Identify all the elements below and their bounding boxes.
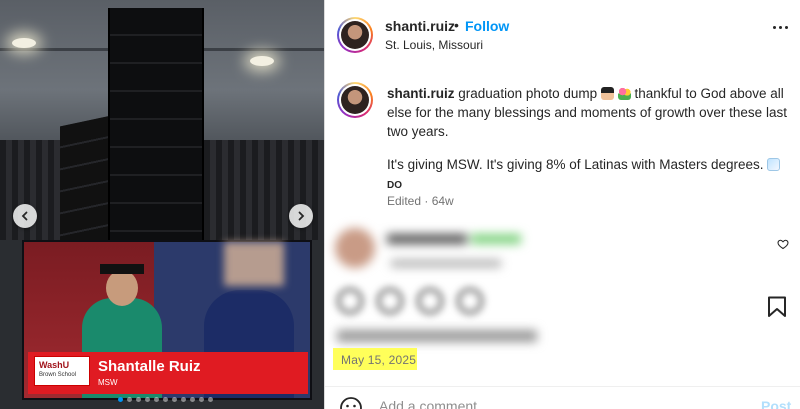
caption-avatar[interactable] (337, 82, 373, 118)
carousel-dot (136, 397, 141, 402)
chevron-right-icon (298, 211, 305, 221)
heart-icon[interactable] (777, 238, 789, 250)
bookmark-icon[interactable] (767, 296, 787, 318)
photo-school-logo: WashU Brown School (34, 356, 90, 386)
post-caption: shanti.ruiz graduation photo dump thankf… (387, 84, 787, 195)
author-username[interactable]: shanti.ruiz (385, 18, 455, 34)
likes-blurred (337, 330, 537, 342)
carousel-indicator (118, 397, 213, 402)
smiley-icon[interactable] (339, 396, 363, 409)
carousel-prev-button[interactable] (13, 204, 37, 228)
caption-text-2: It's giving MSW. It's giving 8% of Latin… (387, 157, 764, 172)
photo-stage-screen: WashU Brown School Shantalle Ruiz MSW (22, 240, 312, 400)
graduation-cap-emoji (600, 87, 614, 100)
clinking-glasses-emoji (767, 158, 781, 171)
photo-degree: MSW (98, 378, 118, 387)
post-details-panel: shanti.ruiz • Follow St. Louis, Missouri… (324, 0, 800, 409)
carousel-dot (145, 397, 150, 402)
caption-text: graduation photo dump (458, 86, 598, 101)
edited-timestamp: Edited · 64w (387, 194, 454, 208)
header-separator: • (454, 17, 459, 33)
post-location[interactable]: St. Louis, Missouri (385, 38, 483, 52)
blurred-comment (335, 224, 755, 284)
carousel-dot (118, 397, 123, 402)
follow-button[interactable]: Follow (465, 18, 509, 34)
carousel-dot (163, 397, 168, 402)
caption-username[interactable]: shanti.ruiz (387, 86, 455, 101)
post-comment-button[interactable]: Post (761, 398, 791, 409)
carousel-dot (127, 397, 132, 402)
post-actions-blurred (337, 288, 497, 318)
photo-light (250, 56, 274, 66)
caption-text-do: DO (387, 180, 402, 191)
author-avatar[interactable] (337, 17, 373, 53)
photo-blurred-face (224, 242, 284, 286)
photo-graduate-name: Shantalle Ruiz (98, 358, 201, 375)
more-options-icon[interactable] (773, 26, 788, 29)
photo-speaker-array (108, 8, 204, 258)
carousel-dot (154, 397, 159, 402)
carousel-dot (199, 397, 204, 402)
carousel-dot (181, 397, 186, 402)
carousel-next-button[interactable] (289, 204, 313, 228)
carousel-dot (190, 397, 195, 402)
carousel-dot (172, 397, 177, 402)
photo-light (12, 38, 36, 48)
bouquet-emoji (617, 87, 631, 100)
post-photo[interactable]: WashU Brown School Shantalle Ruiz MSW (0, 0, 324, 409)
chevron-left-icon (21, 211, 28, 221)
comment-input[interactable]: Add a comment... (379, 398, 489, 409)
instagram-post-view: WashU Brown School Shantalle Ruiz MSW sh… (0, 0, 800, 409)
carousel-dot (208, 397, 213, 402)
post-date: May 15, 2025 (341, 353, 417, 367)
